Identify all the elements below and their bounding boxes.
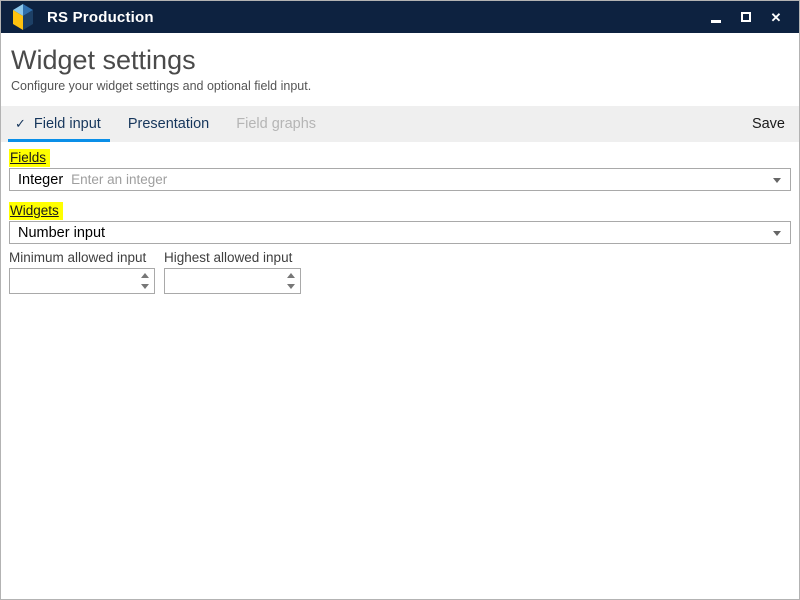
app-window: RS Production ✕ Widget settings Configur… [0, 0, 800, 600]
fields-dropdown-placeholder: Enter an integer [71, 172, 168, 188]
tab-presentation-label: Presentation [127, 116, 210, 133]
maximize-icon [741, 12, 751, 22]
fields-label: Fields [9, 149, 51, 168]
close-button[interactable]: ✕ [761, 1, 791, 33]
app-logo-cube-icon [11, 3, 37, 31]
maximum-input-label: Highest allowed input [164, 250, 293, 266]
fields-dropdown[interactable]: Integer Enter an integer [9, 168, 791, 192]
minimize-icon [711, 19, 721, 23]
spinner-down-icon[interactable] [287, 284, 295, 290]
min-max-row: Minimum allowed input Highest allowed in… [9, 250, 791, 295]
minimize-button[interactable] [701, 1, 731, 33]
tab-field-input[interactable]: ✓ Field input [8, 106, 110, 143]
save-button[interactable]: Save [752, 106, 785, 142]
maximum-input-group: Highest allowed input [164, 250, 301, 295]
maximize-button[interactable] [731, 1, 761, 33]
widgets-dropdown-value: Number input [18, 224, 106, 241]
field-input-form: Fields Integer Enter an integer Widgets … [1, 142, 799, 295]
tab-field-graphs: Field graphs [236, 106, 316, 142]
page-title: Widget settings [11, 45, 196, 75]
tab-field-input-label: Field input [33, 116, 101, 133]
dropdown-arrow-icon [773, 178, 781, 184]
page-header: Widget settings Configure your widget se… [1, 33, 799, 93]
widgets-dropdown[interactable]: Number input [9, 221, 791, 245]
page-subtitle: Configure your widget settings and optio… [11, 79, 312, 94]
minimum-input-field[interactable] [10, 269, 136, 294]
maximum-input-field[interactable] [165, 269, 282, 294]
spinner-arrows [136, 269, 154, 293]
widgets-label: Widgets [9, 202, 63, 221]
tab-presentation[interactable]: Presentation [128, 106, 209, 142]
maximum-input-spinner [164, 268, 301, 295]
titlebar: RS Production ✕ [1, 1, 799, 33]
window-controls: ✕ [701, 1, 799, 33]
app-title: RS Production [47, 8, 154, 26]
tab-field-graphs-label: Field graphs [236, 116, 317, 133]
checkmark-icon: ✓ [15, 116, 26, 132]
close-icon: ✕ [770, 9, 782, 25]
tab-bar: ✓ Field input Presentation Field graphs … [1, 106, 799, 143]
fields-dropdown-value: Integer [18, 171, 64, 188]
spinner-up-icon[interactable] [287, 273, 295, 279]
minimum-input-label: Minimum allowed input [9, 250, 147, 266]
spinner-arrows [282, 269, 300, 293]
minimum-input-group: Minimum allowed input [9, 250, 155, 295]
spinner-up-icon[interactable] [141, 273, 149, 279]
spinner-down-icon[interactable] [141, 284, 149, 290]
dropdown-arrow-icon [773, 231, 781, 237]
minimum-input-spinner [9, 268, 155, 295]
